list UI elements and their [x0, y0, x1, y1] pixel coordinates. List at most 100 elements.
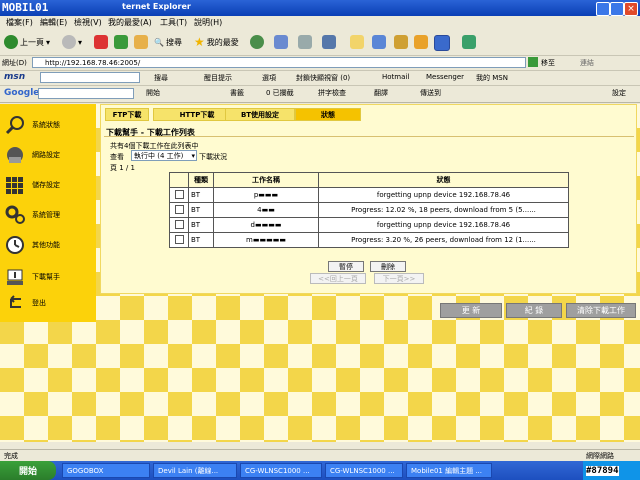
- sidebar-item-storage[interactable]: 儲存設定: [4, 172, 94, 198]
- home-icon[interactable]: [134, 35, 148, 49]
- sidebar-item-logout[interactable]: 登出: [4, 290, 94, 316]
- tool-icon[interactable]: [394, 35, 408, 49]
- next-page-button[interactable]: 下一頁>>: [374, 273, 424, 284]
- google-spellcheck-button[interactable]: 拼字檢查: [318, 88, 346, 98]
- taskbar-item[interactable]: CG-WLNSC1000 ...: [325, 463, 403, 478]
- window-icon[interactable]: [372, 35, 386, 49]
- google-bookmarks-button[interactable]: 書籤: [230, 88, 244, 98]
- msn-highlight-button[interactable]: 醒目提示: [204, 73, 232, 83]
- menu-view[interactable]: 檢視(V): [74, 17, 102, 28]
- edit-icon[interactable]: [322, 35, 336, 49]
- prev-page-button[interactable]: <<回上一頁: [310, 273, 366, 284]
- clear-jobs-button[interactable]: 清除下載工作: [566, 303, 636, 318]
- menu-edit[interactable]: 編輯(E): [40, 17, 67, 28]
- table-row: BT d▬▬▬▬ forgetting upnp device 192.168.…: [169, 217, 569, 233]
- start-button[interactable]: 開始: [0, 461, 56, 480]
- address-label: 網址(D): [2, 59, 27, 67]
- msn-mymsn-button[interactable]: 我的 MSN: [476, 73, 508, 83]
- taskbar-item[interactable]: GOGOBOX: [62, 463, 150, 478]
- mail-icon[interactable]: [274, 35, 288, 49]
- window-title: ternet Explorer: [122, 2, 191, 11]
- name-cell: 4▬▬: [213, 202, 319, 218]
- menu-tools[interactable]: 工具(T): [160, 17, 187, 28]
- tab-bt-settings[interactable]: BT使用設定: [225, 108, 295, 121]
- messenger-icon[interactable]: [414, 35, 428, 49]
- google-logo: Google: [4, 88, 40, 98]
- row-checkbox[interactable]: [174, 204, 184, 214]
- msn-search-input[interactable]: [40, 72, 140, 83]
- menu-help[interactable]: 說明(H): [194, 17, 222, 28]
- column-header[interactable]: 種類: [188, 172, 214, 188]
- sidebar-item-other[interactable]: 其他功能: [4, 232, 94, 258]
- filter-select[interactable]: 執行中 (4 工作) ▾: [131, 150, 197, 161]
- type-cell: BT: [188, 232, 214, 248]
- address-input[interactable]: http://192.168.78.46:2005/: [32, 57, 526, 68]
- name-cell: d▬▬▬▬: [213, 217, 319, 233]
- row-checkbox[interactable]: [174, 189, 184, 199]
- tab-status[interactable]: 狀態: [295, 108, 361, 121]
- menu-favorites[interactable]: 我的最愛(A): [108, 17, 152, 28]
- mobile01-logo: MOBIL01: [2, 1, 49, 14]
- msn-people-icon[interactable]: [462, 35, 476, 49]
- folder-icon[interactable]: [350, 35, 364, 49]
- row-checkbox-cell: [169, 187, 189, 203]
- row-checkbox[interactable]: [174, 234, 184, 244]
- print-icon[interactable]: [298, 35, 312, 49]
- msn-messenger-button[interactable]: Messenger: [426, 73, 464, 81]
- download-icon: [4, 266, 26, 288]
- google-search-input[interactable]: [38, 88, 134, 99]
- search-button[interactable]: 🔍 搜尋: [154, 33, 182, 51]
- msn-logo: msn: [4, 72, 26, 82]
- taskbar-item[interactable]: Devil Lain (離線...: [153, 463, 237, 478]
- divider: [104, 136, 634, 137]
- google-sendto-button[interactable]: 傳送到: [420, 88, 441, 98]
- zone-text: 網際網路: [586, 452, 614, 460]
- msn-hotmail-button[interactable]: Hotmail: [382, 73, 409, 81]
- row-checkbox[interactable]: [174, 219, 184, 229]
- type-cell: BT: [188, 202, 214, 218]
- router-sidebar: 系統狀態 網路設定 儲存設定 系統管理 其他功能 下載幫手 登出: [0, 104, 96, 322]
- taskbar-item[interactable]: CG-WLNSC1000 ...: [240, 463, 322, 478]
- back-button[interactable]: 上一頁 ▾: [4, 33, 50, 51]
- research-icon[interactable]: [434, 35, 450, 51]
- sidebar-item-download[interactable]: 下載幫手: [4, 264, 94, 290]
- forward-button[interactable]: ▾: [62, 33, 82, 51]
- sidebar-item-status[interactable]: 系統狀態: [4, 112, 94, 138]
- stop-icon[interactable]: [94, 35, 108, 49]
- name-cell: m▬▬▬▬▬: [213, 232, 319, 248]
- column-header[interactable]: 狀態: [318, 172, 569, 188]
- sidebar-item-network[interactable]: 網路設定: [4, 142, 94, 168]
- search-label: 搜尋: [165, 37, 182, 47]
- minimize-button[interactable]: [596, 2, 610, 16]
- msn-popup-blocker[interactable]: 封鎖快顯視窗 (0): [296, 73, 350, 83]
- google-settings-button[interactable]: 設定: [612, 88, 626, 98]
- google-go-button[interactable]: 開始: [146, 88, 160, 98]
- column-header: [169, 172, 189, 188]
- delete-button[interactable]: 刪除: [370, 261, 406, 272]
- clock-icon: [4, 234, 26, 256]
- taskbar-item[interactable]: Mobile01 編輯主題 ...: [406, 463, 492, 478]
- links-label[interactable]: 連結: [580, 58, 594, 68]
- column-header[interactable]: 工作名稱: [213, 172, 319, 188]
- log-button[interactable]: 紀 錄: [506, 303, 562, 318]
- msn-options-button[interactable]: 選項: [262, 73, 276, 83]
- google-popup-blocked[interactable]: 0 已攔截: [266, 88, 294, 98]
- favorites-button[interactable]: ★ 我的最愛: [194, 33, 239, 51]
- filter-label: 查看: [110, 153, 124, 161]
- chevron-down-icon: ▾: [78, 37, 83, 47]
- msn-search-button[interactable]: 搜尋: [154, 73, 168, 83]
- refresh-button[interactable]: 更 新: [440, 303, 502, 318]
- refresh-icon[interactable]: [114, 35, 128, 49]
- go-button[interactable]: 移至: [541, 58, 555, 68]
- google-translate-button[interactable]: 翻譯: [374, 88, 388, 98]
- tab-ftp[interactable]: FTP下載: [105, 108, 149, 121]
- maximize-button[interactable]: [610, 2, 624, 16]
- close-button[interactable]: ×: [624, 2, 638, 16]
- sidebar-item-label: 登出: [32, 299, 46, 307]
- sidebar-item-admin[interactable]: 系統管理: [4, 202, 94, 228]
- go-arrow-icon[interactable]: [528, 57, 538, 67]
- pause-button[interactable]: 暫停: [328, 261, 364, 272]
- status-cell: Progress: 12.02 %, 18 peers, download fr…: [318, 202, 569, 218]
- history-icon[interactable]: [250, 35, 264, 49]
- menu-file[interactable]: 檔案(F): [6, 17, 33, 28]
